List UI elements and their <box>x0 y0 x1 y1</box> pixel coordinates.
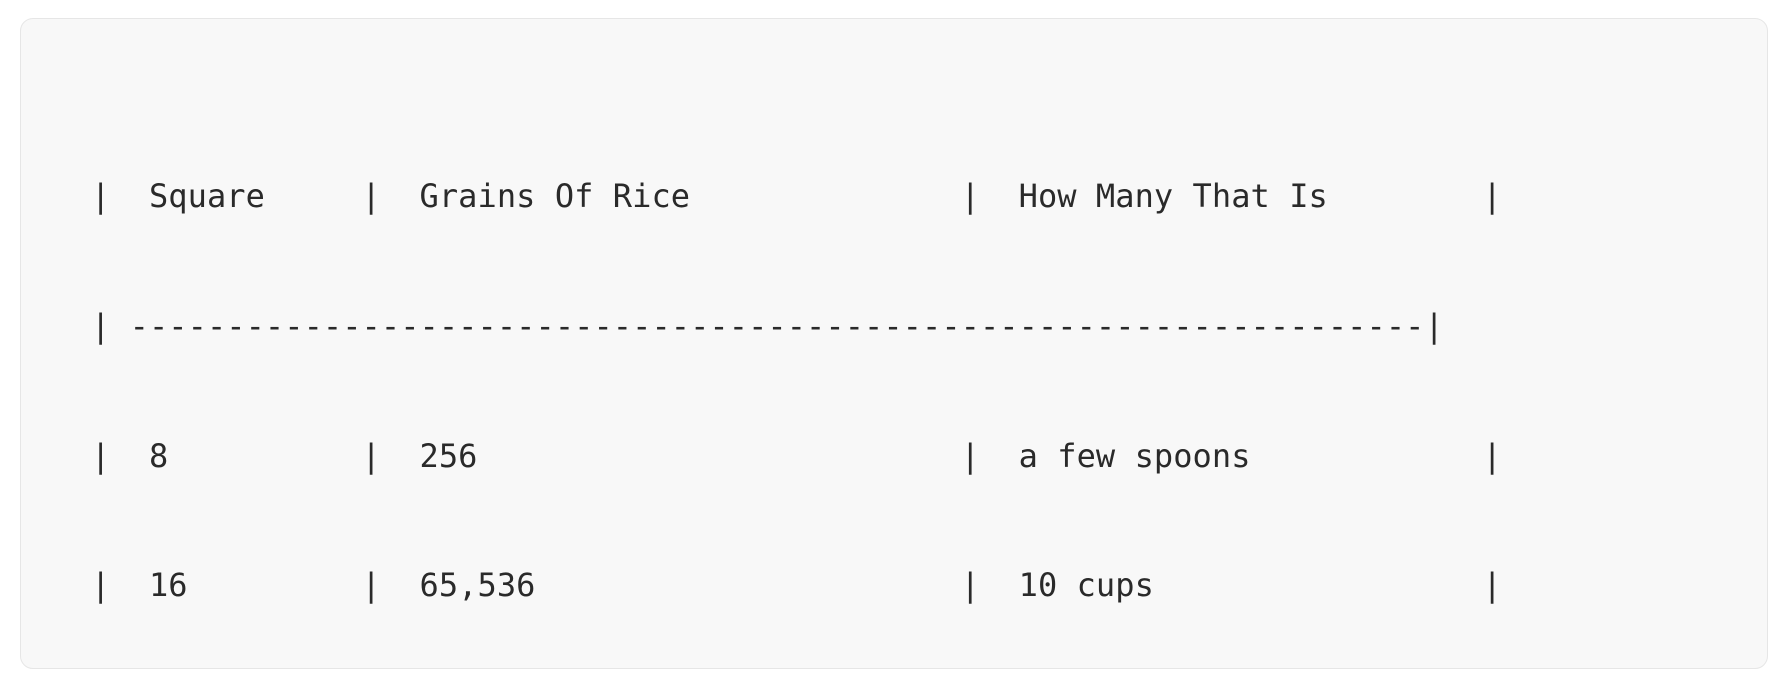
table-separator-row: | --------------------------------------… <box>91 307 1444 345</box>
table-row: | 8 | 256 | a few spoons | <box>91 436 1502 475</box>
table-header-row: | Square | Grains Of Rice | How Many Tha… <box>91 177 1502 216</box>
page-root: | Square | Grains Of Rice | How Many Tha… <box>0 0 1790 690</box>
table-row: | 16 | 65,536 | 10 cups | <box>91 566 1502 605</box>
ascii-table-card: | Square | Grains Of Rice | How Many Tha… <box>20 18 1768 669</box>
ascii-table: | Square | Grains Of Rice | How Many Tha… <box>91 89 1502 690</box>
